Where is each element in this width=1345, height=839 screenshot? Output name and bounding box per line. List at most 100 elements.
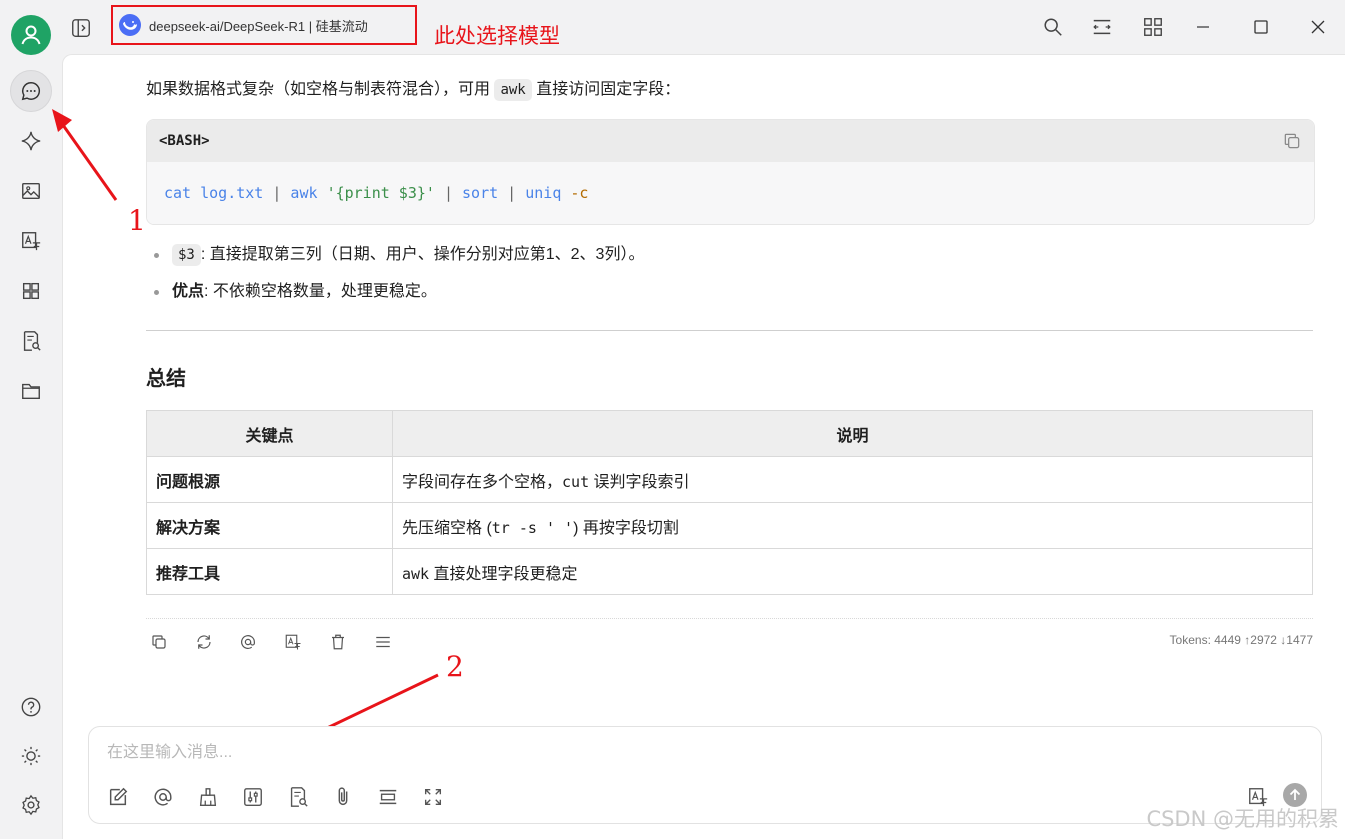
message-paragraph: 如果数据格式复杂（如空格与制表符混合），可用 awk 直接访问固定字段： bbox=[146, 75, 681, 101]
minimize-icon bbox=[1197, 26, 1209, 28]
table-row: 问题根源 字段间存在多个空格，cut 误判字段索引 bbox=[146, 456, 1313, 503]
expand-input-button[interactable] bbox=[421, 785, 445, 809]
code-token: sort bbox=[462, 184, 499, 202]
chat-bubble-icon bbox=[21, 82, 41, 101]
table-header: 说明 bbox=[392, 410, 1313, 457]
code-token: cat bbox=[164, 184, 192, 202]
model-settings-button[interactable] bbox=[241, 785, 265, 809]
new-topic-button[interactable] bbox=[106, 785, 130, 809]
top-bar: deepseek-ai/DeepSeek-R1 | 硅基流动 此处选择模型 bbox=[62, 0, 1345, 54]
cell-text: ) 再按字段切割 bbox=[573, 519, 679, 537]
translate-message-button[interactable] bbox=[282, 631, 304, 653]
trash-icon bbox=[332, 634, 344, 650]
search-button[interactable] bbox=[1041, 15, 1065, 39]
message-input[interactable] bbox=[105, 737, 1009, 769]
message-footer-divider bbox=[146, 618, 1313, 619]
cell-text: 误判字段索引 bbox=[589, 473, 690, 491]
broom-icon bbox=[199, 788, 217, 806]
code-token: log.txt bbox=[191, 184, 273, 202]
table-cell: 问题根源 bbox=[146, 456, 393, 503]
cell-text: 直接处理字段更稳定 bbox=[429, 565, 578, 583]
image-icon bbox=[22, 182, 40, 200]
divider bbox=[146, 330, 1313, 331]
copy-icon bbox=[1284, 133, 1300, 149]
table-cell: awk 直接处理字段更稳定 bbox=[392, 548, 1313, 595]
delete-message-button[interactable] bbox=[327, 631, 349, 653]
sidebar-item-assistant[interactable] bbox=[10, 120, 52, 162]
minimize-button[interactable] bbox=[1191, 15, 1215, 39]
sun-icon bbox=[21, 746, 41, 766]
sidebar-item-images[interactable] bbox=[10, 170, 52, 212]
code-token: | bbox=[434, 184, 463, 202]
table-cell: 先压缩空格 (tr -s ' ') 再按字段切割 bbox=[392, 502, 1313, 549]
copy-message-button[interactable] bbox=[148, 631, 170, 653]
message-input-area bbox=[88, 726, 1322, 824]
sidebar-item-settings[interactable] bbox=[10, 784, 52, 826]
arrow-up-icon bbox=[1289, 788, 1301, 800]
watermark: CSDN @无用的积累 bbox=[1146, 807, 1339, 831]
more-menu-button[interactable] bbox=[372, 631, 394, 653]
mention-model-button[interactable] bbox=[237, 631, 259, 653]
close-button[interactable] bbox=[1306, 15, 1330, 39]
list-item: 优点: 不依赖空格数量，处理更稳定。 bbox=[146, 278, 644, 315]
code-token: uniq bbox=[525, 184, 562, 202]
code-block: <BASH> cat log.txt | awk '{print $3}' | … bbox=[146, 119, 1315, 225]
panel-toggle-icon bbox=[72, 19, 90, 37]
paragraph-text: 如果数据格式复杂（如空格与制表符混合），可用 bbox=[146, 81, 495, 98]
code-content: cat log.txt | awk '{print $3}' | sort | … bbox=[147, 162, 1314, 224]
sidebar-item-translate[interactable] bbox=[10, 220, 52, 262]
avatar[interactable] bbox=[11, 15, 51, 55]
code-token: -c bbox=[561, 184, 589, 202]
paragraph-text: 直接访问固定字段： bbox=[531, 81, 681, 98]
copy-code-button[interactable] bbox=[1282, 131, 1302, 151]
list-item-text: : 直接提取第三列（日期、用户、操作分别对应第1、2、3列）。 bbox=[200, 246, 645, 263]
apps-button[interactable] bbox=[1141, 15, 1165, 39]
sidebar-toggle-button[interactable] bbox=[70, 17, 92, 39]
annotation-number: 1 bbox=[128, 204, 146, 237]
bullet-list: $3: 直接提取第三列（日期、用户、操作分别对应第1、2、3列）。 优点: 不依… bbox=[146, 241, 644, 315]
sidebar-item-files[interactable] bbox=[10, 370, 52, 412]
annotation-select-model: 此处选择模型 bbox=[434, 24, 560, 48]
token-count: Tokens: 4449 ↑2972 ↓1477 bbox=[1169, 633, 1313, 647]
list-item: $3: 直接提取第三列（日期、用户、操作分别对应第1、2、3列）。 bbox=[146, 241, 644, 278]
sidebar-item-knowledge[interactable] bbox=[10, 320, 52, 362]
table-row: 推荐工具 awk 直接处理字段更稳定 bbox=[146, 548, 1313, 595]
code-token: | bbox=[272, 184, 282, 202]
translate-icon bbox=[22, 232, 41, 251]
mention-button[interactable] bbox=[151, 785, 175, 809]
sidebar-item-apps[interactable] bbox=[10, 270, 52, 312]
table-cell: 解决方案 bbox=[146, 502, 393, 549]
maximize-icon bbox=[1254, 20, 1268, 34]
deepseek-logo-icon bbox=[119, 14, 141, 36]
code-language-label: <BASH> bbox=[159, 133, 210, 149]
separator-button[interactable] bbox=[376, 785, 400, 809]
close-icon bbox=[1311, 20, 1325, 34]
chat-panel: 如果数据格式复杂（如空格与制表符混合），可用 awk 直接访问固定字段： <BA… bbox=[62, 54, 1345, 839]
annotation-number: 2 bbox=[446, 650, 464, 683]
regenerate-button[interactable] bbox=[193, 631, 215, 653]
inline-code: cut bbox=[562, 472, 590, 491]
at-icon bbox=[241, 635, 255, 649]
code-token: awk bbox=[281, 184, 327, 202]
narrow-mode-button[interactable] bbox=[1090, 15, 1114, 39]
code-block-header: <BASH> bbox=[147, 120, 1314, 162]
attachment-button[interactable] bbox=[331, 785, 355, 809]
knowledge-base-button[interactable] bbox=[286, 785, 310, 809]
summary-table: 关键点 说明 问题根源 字段间存在多个空格，cut 误判字段索引 解决方案 先压… bbox=[146, 410, 1313, 595]
inline-code: tr -s ' ' bbox=[491, 518, 574, 537]
maximize-button[interactable] bbox=[1249, 15, 1273, 39]
sidebar-item-chat[interactable] bbox=[10, 70, 52, 112]
sidebar-item-theme[interactable] bbox=[10, 735, 52, 777]
sidebar-item-help[interactable] bbox=[10, 686, 52, 728]
sparkle-icon bbox=[21, 131, 41, 151]
translate-icon bbox=[285, 634, 301, 650]
at-icon bbox=[154, 788, 172, 806]
list-item-text: : 不依赖空格数量，处理更稳定。 bbox=[204, 283, 437, 300]
model-name: deepseek-ai/DeepSeek-R1 | 硅基流动 bbox=[149, 18, 368, 34]
copy-icon bbox=[152, 635, 166, 649]
model-selector[interactable]: deepseek-ai/DeepSeek-R1 | 硅基流动 bbox=[111, 5, 417, 45]
inline-code: $3 bbox=[172, 244, 201, 266]
paperclip-icon bbox=[338, 787, 348, 806]
divider-icon bbox=[379, 789, 397, 805]
clear-context-button[interactable] bbox=[196, 785, 220, 809]
